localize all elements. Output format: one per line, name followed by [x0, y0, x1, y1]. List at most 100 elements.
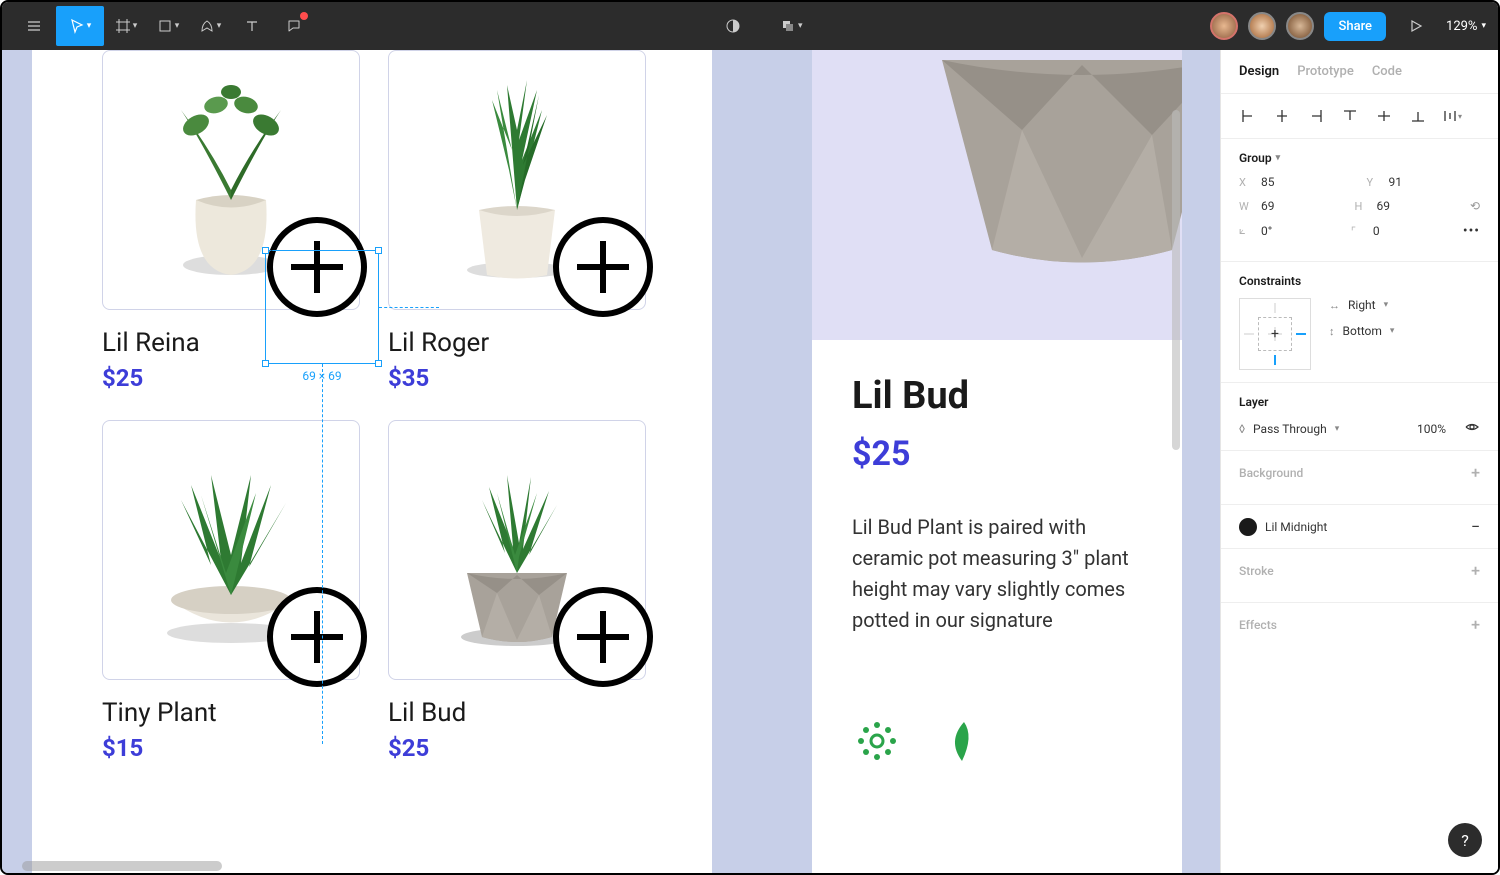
- toolbar: ▾ ▾ ▾ ▾: [2, 2, 1498, 50]
- component-icon[interactable]: ▾: [771, 6, 811, 46]
- align-left-icon[interactable]: [1235, 106, 1261, 126]
- resize-handle[interactable]: [375, 360, 382, 367]
- remove-fill-button[interactable]: −: [1471, 517, 1480, 536]
- x-input[interactable]: 85: [1261, 175, 1275, 189]
- product-name: Lil Bud: [388, 698, 646, 728]
- thumbnail-icon: [852, 716, 902, 766]
- constraints-heading: Constraints: [1239, 274, 1480, 288]
- group-dropdown[interactable]: Group ▾: [1239, 151, 1480, 165]
- tab-design[interactable]: Design: [1239, 64, 1279, 79]
- align-center-v-icon[interactable]: [1371, 106, 1397, 126]
- artboard-grid: Lil Reina $25: [32, 50, 712, 873]
- rotation-input[interactable]: 0°: [1261, 224, 1272, 238]
- resize-handle[interactable]: [262, 360, 269, 367]
- product-image: [388, 420, 646, 680]
- blend-mode-dropdown[interactable]: Pass Through: [1253, 422, 1327, 436]
- artboard-detail: Lil Bud $25 Lil Bud Plant is paired with…: [812, 50, 1182, 873]
- chevron-down-icon: ▾: [1335, 424, 1340, 434]
- constraint-widget[interactable]: +: [1239, 298, 1311, 370]
- layer-heading: Layer: [1239, 395, 1480, 409]
- tab-prototype[interactable]: Prototype: [1297, 64, 1354, 79]
- avatar[interactable]: [1210, 12, 1238, 40]
- frame-tool[interactable]: ▾: [106, 6, 146, 46]
- detail-description: Lil Bud Plant is paired with ceramic pot…: [852, 512, 1142, 636]
- y-label: Y: [1367, 176, 1381, 189]
- add-button[interactable]: [553, 587, 653, 687]
- color-swatch[interactable]: [1239, 518, 1257, 536]
- avatar[interactable]: [1286, 12, 1314, 40]
- chevron-down-icon: ▾: [1481, 21, 1486, 31]
- zoom-level[interactable]: 129% ▾: [1446, 19, 1486, 34]
- stroke-heading: Stroke: [1239, 564, 1274, 578]
- pen-tool[interactable]: ▾: [190, 6, 230, 46]
- shape-tool[interactable]: ▾: [148, 6, 188, 46]
- chevron-down-icon: ▾: [1276, 153, 1281, 163]
- share-button[interactable]: Share: [1324, 12, 1386, 41]
- product-card: Lil Roger $35: [388, 50, 646, 392]
- add-effect-button[interactable]: +: [1471, 615, 1480, 634]
- avatar[interactable]: [1248, 12, 1276, 40]
- background-heading: Background: [1239, 466, 1303, 480]
- h-label: H: [1354, 200, 1368, 213]
- alignment-guide: [379, 307, 439, 308]
- y-input[interactable]: 91: [1389, 175, 1403, 189]
- add-stroke-button[interactable]: +: [1471, 561, 1480, 580]
- align-right-icon[interactable]: [1303, 106, 1329, 126]
- canvas[interactable]: Lil Reina $25: [2, 50, 1220, 873]
- align-bottom-icon[interactable]: [1405, 106, 1431, 126]
- arrow-h-icon: ↔: [1329, 299, 1340, 312]
- distribute-icon[interactable]: ▾: [1439, 106, 1465, 126]
- add-button[interactable]: [267, 587, 367, 687]
- product-price: $35: [388, 364, 646, 392]
- resize-cursor-icon: ↕: [268, 243, 275, 260]
- chevron-down-icon: ▾: [87, 21, 92, 31]
- tab-code[interactable]: Code: [1372, 64, 1402, 79]
- properties-panel: Design Prototype Code ▾ Group ▾ X 85 Y 91: [1220, 50, 1498, 873]
- chevron-down-icon: ▾: [1384, 300, 1389, 310]
- present-icon[interactable]: [1396, 6, 1436, 46]
- product-card: Lil Bud $25: [388, 420, 646, 762]
- blend-icon: ◊: [1239, 422, 1245, 436]
- add-button[interactable]: [553, 217, 653, 317]
- detail-title: Lil Bud: [852, 374, 1142, 418]
- fill-style-name[interactable]: Lil Midnight: [1265, 520, 1327, 534]
- resize-handle[interactable]: [375, 247, 382, 254]
- w-input[interactable]: 69: [1261, 199, 1275, 213]
- eye-icon[interactable]: [1464, 419, 1480, 438]
- more-icon[interactable]: •••: [1463, 223, 1480, 239]
- thumbnail-icon: [942, 716, 992, 766]
- radius-input[interactable]: 0: [1373, 224, 1380, 238]
- chevron-down-icon: ▾: [1390, 326, 1395, 336]
- product-image: [388, 50, 646, 310]
- h-input[interactable]: 69: [1376, 199, 1390, 213]
- detail-price: $25: [852, 434, 1142, 474]
- opacity-input[interactable]: 100%: [1417, 422, 1446, 436]
- chevron-down-icon: ▾: [798, 21, 803, 31]
- radius-icon: ⌜: [1351, 225, 1365, 238]
- chevron-down-icon: ▾: [133, 21, 138, 31]
- align-top-icon[interactable]: [1337, 106, 1363, 126]
- help-button[interactable]: ?: [1448, 823, 1482, 857]
- text-tool[interactable]: [232, 6, 272, 46]
- angle-icon: ⟀: [1239, 224, 1253, 238]
- effects-heading: Effects: [1239, 618, 1277, 632]
- notification-dot: [300, 12, 308, 20]
- constraint-h-dropdown[interactable]: ↔Right ▾: [1329, 298, 1394, 312]
- scrollbar[interactable]: [1172, 110, 1180, 450]
- constraint-v-dropdown[interactable]: ↕Bottom ▾: [1329, 324, 1394, 338]
- add-background-button[interactable]: +: [1471, 463, 1480, 482]
- menu-icon[interactable]: [14, 6, 54, 46]
- x-label: X: [1239, 176, 1253, 189]
- product-price: $25: [388, 734, 646, 762]
- scrollbar[interactable]: [22, 861, 222, 871]
- plant-illustration: [882, 50, 1182, 294]
- w-label: W: [1239, 200, 1253, 213]
- contrast-icon[interactable]: [713, 6, 753, 46]
- link-icon[interactable]: ⟲: [1470, 199, 1480, 213]
- move-tool[interactable]: ▾: [56, 6, 104, 46]
- product-name: Lil Roger: [388, 328, 646, 358]
- comment-tool[interactable]: [274, 6, 314, 46]
- selection-box[interactable]: 69 × 69: [265, 250, 379, 364]
- align-center-h-icon[interactable]: [1269, 106, 1295, 126]
- arrow-v-icon: ↕: [1329, 325, 1335, 338]
